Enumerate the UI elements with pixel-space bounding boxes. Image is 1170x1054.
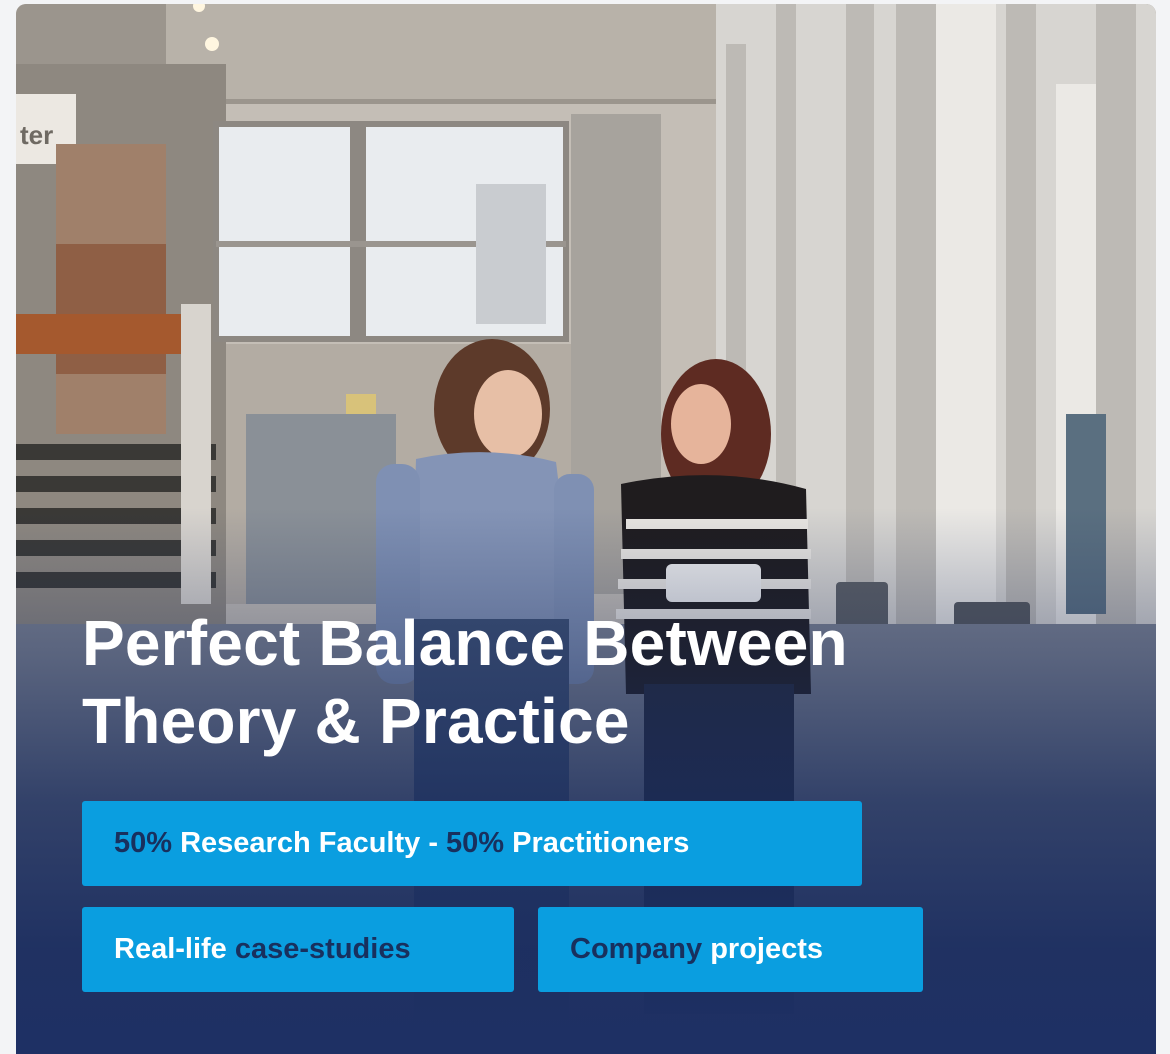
- pill-text-research: Research Faculty -: [172, 827, 447, 859]
- title-line-2: Theory & Practice: [82, 685, 630, 757]
- highlight-case-studies[interactable]: Real-life case-studies: [82, 907, 514, 992]
- highlight-research-practitioners[interactable]: 50% Research Faculty - 50% Practitioners: [82, 801, 862, 886]
- pill-text-projects: projects: [702, 933, 824, 965]
- gradient-overlay: [16, 4, 1156, 1054]
- pill-percent-2: 50%: [446, 827, 505, 859]
- pill-text-practitioners: Practitioners: [504, 827, 690, 859]
- highlight-company-projects[interactable]: Company projects: [538, 907, 923, 992]
- pill-text-company: Company: [570, 933, 703, 965]
- pill-text-real-life: Real-life: [114, 933, 235, 965]
- hero-card: ter: [16, 4, 1156, 1054]
- title-line-1: Perfect Balance Between: [82, 607, 848, 679]
- pill-text-case-studies: case-studies: [234, 933, 411, 965]
- pill-percent-1: 50%: [114, 827, 173, 859]
- hero-title: Perfect Balance Between Theory & Practic…: [82, 604, 942, 760]
